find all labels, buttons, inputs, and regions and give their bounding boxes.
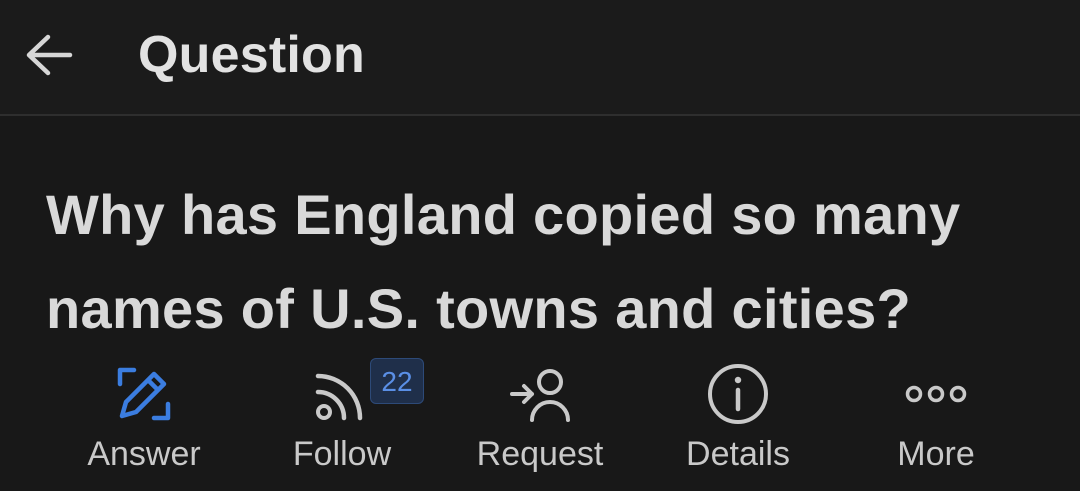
app-screen: Question Why has England copied so many …	[0, 0, 1080, 491]
page-title: Question	[138, 26, 365, 84]
arrow-left-icon	[26, 34, 73, 76]
details-button[interactable]: Details	[638, 350, 838, 480]
follow-label: Follow	[292, 435, 392, 473]
details-label: Details	[686, 435, 790, 473]
answer-label: Answer	[87, 435, 201, 473]
more-label: More	[897, 435, 975, 473]
answer-button[interactable]: Answer	[44, 350, 244, 480]
question-title: Why has England copied so many names of …	[46, 183, 961, 340]
info-icon	[706, 362, 770, 426]
rss-follow-icon	[310, 362, 374, 426]
question-action-bar: Answer Follow 22 Request Details More	[0, 350, 1080, 491]
top-app-bar: Question	[0, 0, 1080, 116]
back-button[interactable]	[22, 30, 76, 80]
follow-count-badge: 22	[370, 358, 424, 404]
more-button[interactable]: More	[836, 350, 1036, 480]
request-person-icon	[508, 362, 572, 426]
pencil-edit-icon	[112, 362, 176, 426]
request-label: Request	[476, 435, 604, 473]
request-button[interactable]: Request	[440, 350, 640, 480]
more-dots-icon	[904, 362, 968, 426]
